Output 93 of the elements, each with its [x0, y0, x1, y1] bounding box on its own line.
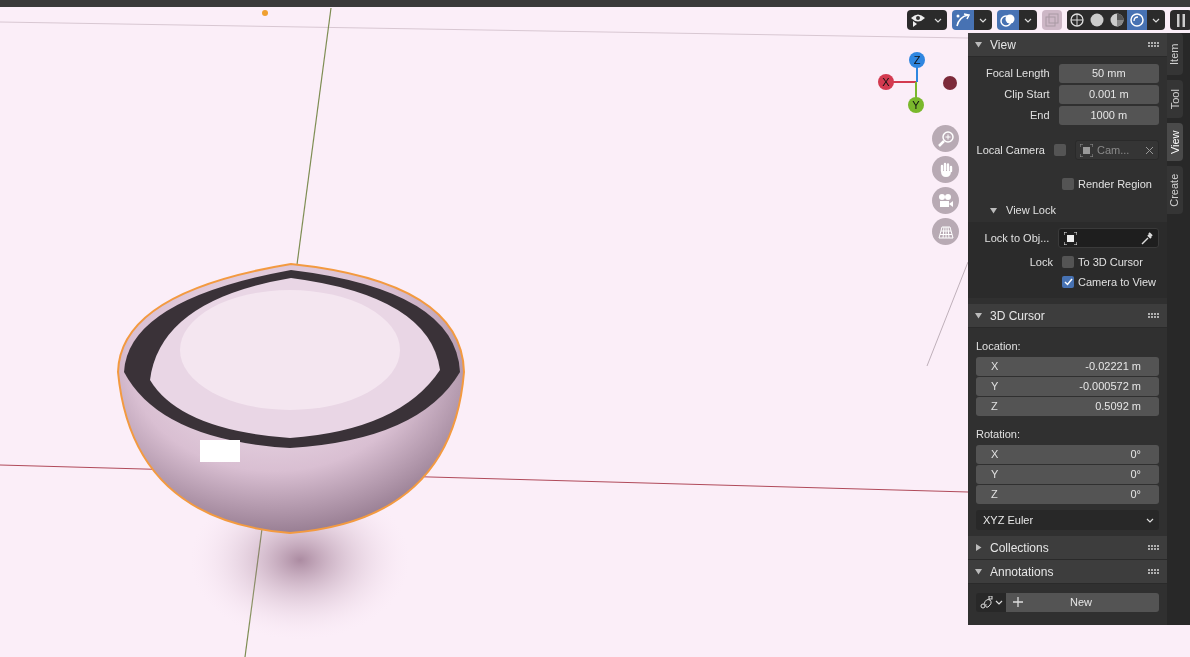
vector-component-field[interactable]: Z 0.5092 m — [976, 397, 1159, 416]
wireframe-sphere-icon — [1070, 13, 1084, 27]
material-shading-button[interactable] — [1107, 10, 1127, 30]
object-bracket-icon — [1064, 231, 1078, 245]
gizmos-toggle-button[interactable] — [952, 10, 974, 30]
grid-icon — [937, 223, 954, 240]
movie-camera-icon — [937, 192, 954, 209]
rendered-sphere-icon — [1130, 13, 1144, 27]
annotation-type-dropdown[interactable] — [976, 592, 1006, 612]
dropdown-button[interactable] — [974, 10, 992, 30]
caret-icon — [934, 17, 942, 23]
gizmo-axis-handle[interactable]: X — [878, 74, 894, 90]
stroke-curve-icon — [979, 595, 994, 609]
dropdown-button[interactable] — [1019, 10, 1037, 30]
field-label: Focal Length — [985, 65, 1050, 81]
collapse-triangle-icon — [990, 206, 997, 214]
number-field[interactable]: 50 mm — [1058, 63, 1159, 83]
origin-dot — [262, 10, 268, 16]
xray-toggle-button[interactable] — [1042, 10, 1062, 30]
xray-squares-icon — [1045, 13, 1059, 27]
rendered-shading-button[interactable] — [1127, 10, 1147, 30]
gizmo-x-line — [892, 81, 917, 83]
caret-icon — [1146, 517, 1154, 523]
sidebar-tab[interactable]: Tool — [1167, 80, 1183, 118]
panel-title: Annotations — [990, 563, 1055, 581]
section-heading: Location: — [976, 338, 1021, 354]
dropdown-field[interactable]: XYZ Euler — [976, 510, 1159, 530]
caret-icon — [979, 17, 987, 23]
field-label: End — [1029, 107, 1050, 123]
number-field[interactable]: 0.001 m — [1058, 84, 1159, 104]
checkmark-icon — [1063, 278, 1073, 286]
caret-icon — [1024, 17, 1032, 23]
panel-title: 3D Cursor — [990, 307, 1046, 325]
dropdown-button[interactable] — [929, 10, 947, 30]
zoom-icon — [937, 130, 954, 147]
panel-title: View — [990, 36, 1017, 54]
field-label: Local Camera — [976, 142, 1045, 158]
gizmo-axis-handle[interactable]: Z — [909, 52, 925, 68]
checkbox-label[interactable]: To 3D Cursor — [1078, 253, 1143, 271]
drag-grip-icon — [1148, 42, 1159, 47]
panel-header[interactable]: Annotations — [968, 560, 1167, 584]
panel-header[interactable]: 3D Cursor — [968, 304, 1167, 328]
sidebar-tab[interactable]: Item — [1167, 33, 1183, 75]
overlay-circles-icon — [1000, 13, 1016, 27]
sidebar-tab[interactable]: Create — [1167, 166, 1183, 214]
gizmo-arrow-icon — [955, 13, 971, 27]
two-bars-icon — [1176, 13, 1186, 27]
checkbox[interactable] — [1062, 276, 1074, 288]
drag-grip-icon — [1148, 313, 1159, 318]
vector-component-field[interactable]: X 0° — [976, 445, 1159, 464]
overlays-toggle-button[interactable] — [997, 10, 1019, 30]
wireframe-shading-button[interactable] — [1067, 10, 1087, 30]
vector-component-field[interactable]: X -0.02221 m — [976, 357, 1159, 376]
gizmo-axis-handle[interactable]: Y — [908, 97, 924, 113]
subpanel-title: View Lock — [1006, 202, 1056, 218]
plus-icon — [1013, 597, 1023, 607]
panel-header[interactable]: View — [968, 33, 1167, 57]
panel-header[interactable]: Collections — [968, 536, 1167, 560]
vector-component-field[interactable]: Z 0° — [976, 485, 1159, 504]
collapse-triangle-icon — [975, 312, 982, 319]
checkbox[interactable] — [1062, 178, 1074, 190]
eyedropper-icon[interactable] — [1141, 231, 1153, 245]
field-label: Lock to Obj... — [983, 230, 1050, 246]
expand-triangle-icon — [975, 544, 982, 551]
caret-icon — [994, 599, 1003, 605]
checkbox[interactable] — [1062, 256, 1074, 268]
drag-grip-icon — [1148, 545, 1159, 550]
visibility-toggle-button[interactable] — [907, 10, 929, 30]
field-label: Clip Start — [1003, 86, 1050, 102]
subpanel-header[interactable]: View Lock — [976, 200, 1159, 220]
collapse-triangle-icon — [975, 568, 982, 575]
gizmo-negative-x-dot — [943, 76, 957, 90]
new-button[interactable]: New — [1006, 592, 1159, 612]
gizmo-y-line — [915, 81, 917, 99]
number-field[interactable]: 1000 m — [1058, 105, 1159, 125]
ortho-toggle-button[interactable] — [932, 218, 959, 245]
checkbox-label[interactable]: Camera to View — [1078, 273, 1157, 291]
solid-sphere-icon — [1090, 13, 1104, 27]
collapse-triangle-icon — [975, 41, 982, 48]
panel-title: Collections — [990, 539, 1050, 557]
eye-icon — [910, 13, 926, 27]
section-heading: Rotation: — [976, 426, 1021, 442]
caret-icon — [1152, 17, 1160, 23]
vector-component-field[interactable]: Y 0° — [976, 465, 1159, 484]
sidebar-toggle-button[interactable] — [1170, 10, 1190, 30]
field-label: Lock — [1028, 254, 1053, 270]
drag-grip-icon — [1148, 569, 1159, 574]
object-bracket-icon — [1080, 143, 1093, 157]
material-sphere-icon — [1110, 13, 1124, 27]
object-field[interactable] — [1058, 228, 1159, 248]
checkbox-label[interactable]: Render Region — [1078, 175, 1152, 193]
sidebar-tab[interactable]: View — [1167, 123, 1183, 161]
vector-component-field[interactable]: Y -0.000572 m — [976, 377, 1159, 396]
